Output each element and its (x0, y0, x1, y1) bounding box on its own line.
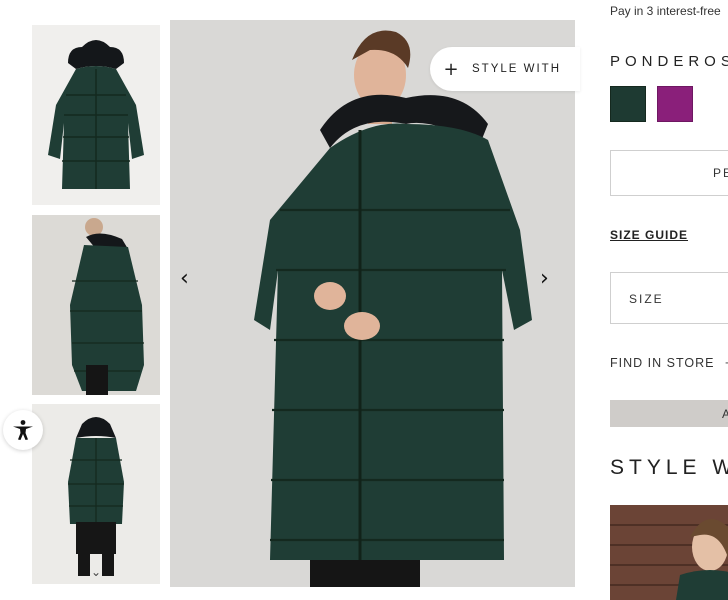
chevron-down-icon[interactable]: ⌄ (91, 566, 101, 578)
style-with-label: STYLE WITH (472, 63, 562, 75)
thumbnail-side[interactable] (32, 215, 160, 395)
accessibility-icon (13, 420, 33, 440)
product-main-image[interactable] (170, 20, 575, 587)
find-in-store-label: FIND IN STORE (610, 356, 715, 370)
color-swatch-purple[interactable] (657, 86, 693, 122)
model-wearing-coat (170, 20, 575, 587)
thumbnail-front[interactable] (32, 25, 160, 205)
fit-option-label: PE (713, 166, 728, 180)
color-name: PONDEROS (610, 53, 728, 70)
add-to-bag-label: A (722, 407, 728, 421)
style-with-product-image[interactable] (610, 505, 728, 600)
size-select-placeholder: SIZE (629, 292, 664, 306)
thumbnail-back[interactable]: ⌄ (32, 404, 160, 584)
style-with-model-image (610, 505, 728, 600)
thumbnail-side-image (32, 215, 160, 395)
next-image-button[interactable]: › (540, 268, 549, 290)
size-guide-link[interactable]: SIZE GUIDE (610, 228, 688, 242)
add-to-bag-button[interactable]: A (610, 400, 728, 427)
find-in-store-toggle[interactable]: FIND IN STORE + (610, 356, 728, 370)
previous-image-button[interactable]: ‹ (180, 268, 189, 290)
accessibility-button[interactable] (3, 410, 43, 450)
size-select[interactable]: SIZE (610, 272, 728, 324)
payment-info-text: Pay in 3 interest-free (610, 4, 721, 18)
thumbnail-front-image (32, 25, 160, 205)
thumbnail-back-image (32, 404, 160, 584)
plus-icon: + (443, 58, 459, 80)
color-swatch-green[interactable] (610, 86, 646, 122)
style-with-heading: STYLE W (610, 456, 728, 479)
style-with-button[interactable]: + STYLE WITH (430, 47, 580, 91)
fit-option-button[interactable]: PE (610, 150, 728, 196)
